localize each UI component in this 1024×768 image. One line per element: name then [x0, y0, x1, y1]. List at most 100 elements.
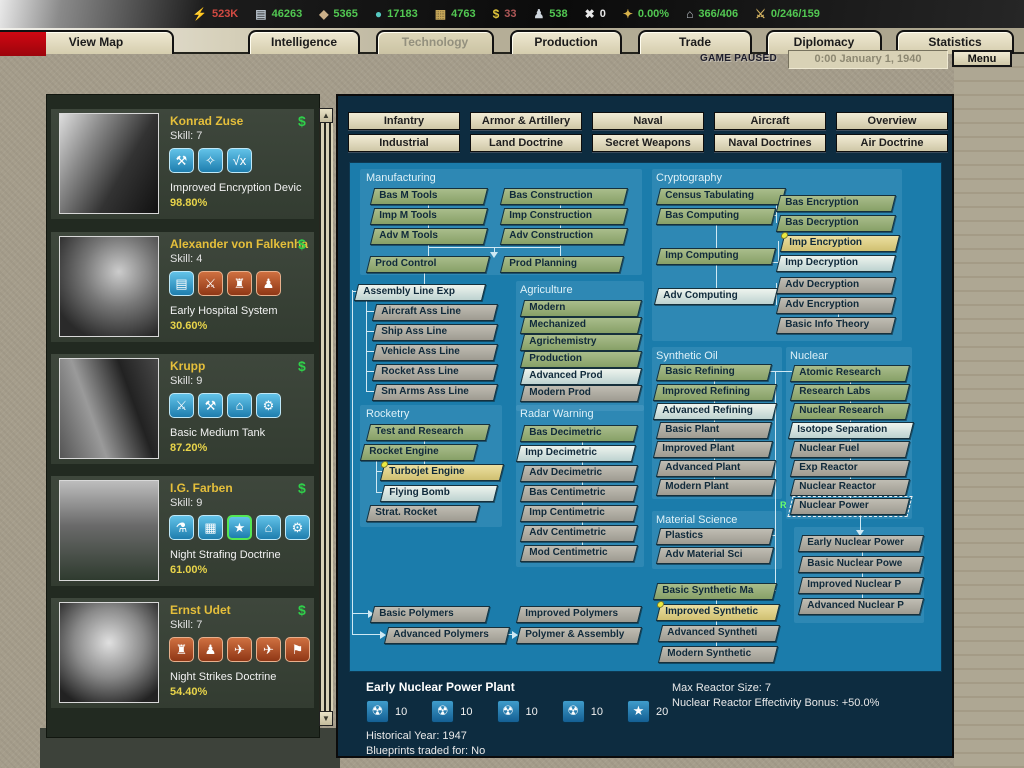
tech-adv-encryption[interactable]: Adv Encryption [776, 297, 896, 314]
tech-bas-construction[interactable]: Bas Construction [500, 188, 628, 205]
tech-adv-construction[interactable]: Adv Construction [500, 228, 628, 245]
tech-exp-reactor[interactable]: Exp Reactor [790, 460, 910, 477]
tech-imp-centimetric[interactable]: Imp Centimetric [520, 505, 638, 522]
tech-nuclear-reactor[interactable]: Nuclear Reactor [790, 479, 910, 496]
tech-improved-plant[interactable]: Improved Plant [653, 441, 773, 458]
scroll-down-button[interactable]: ▼ [319, 711, 333, 726]
tech-advanced-plant[interactable]: Advanced Plant [656, 460, 776, 477]
tech-agri-production[interactable]: Production [520, 351, 642, 368]
tech-tab-aircraft[interactable]: Aircraft [714, 112, 826, 130]
tech-tab-infantry[interactable]: Infantry [348, 112, 460, 130]
tech-adv-centimetric[interactable]: Adv Centimetric [520, 525, 638, 542]
tech-bas-decryption[interactable]: Bas Decryption [776, 215, 896, 232]
tech-agri-mechanized[interactable]: Mechanized [520, 317, 642, 334]
tab-intelligence[interactable]: Intelligence [248, 30, 360, 54]
tech-basic-synthetic-materials[interactable]: Basic Synthetic Ma [653, 583, 777, 600]
tech-polymer-and-assembly[interactable]: Polymer & Assembly [516, 627, 642, 644]
tech-bas-encryption[interactable]: Bas Encryption [776, 195, 896, 212]
tab-production[interactable]: Production [510, 30, 622, 54]
tech-nuclear-research[interactable]: Nuclear Research [790, 403, 910, 420]
tech-census-tabulating[interactable]: Census Tabulating [656, 188, 786, 205]
tech-rocket-ass-line[interactable]: Rocket Ass Line [372, 364, 498, 381]
tech-adv-decryption[interactable]: Adv Decryption [776, 277, 896, 294]
tech-tab-naval[interactable]: Naval [592, 112, 704, 130]
tech-team-card[interactable]: Krupp Skill: 9 $ ⚔ ⚒ ⌂ ⚙ Basic Medium Ta… [51, 354, 314, 464]
tech-advanced-refining[interactable]: Advanced Refining [653, 403, 777, 420]
tech-modern-plant[interactable]: Modern Plant [656, 479, 776, 496]
tech-team-card[interactable]: Alexander von Falkenha Skill: 4 $ ▤ ⚔ ♜ … [51, 232, 314, 342]
tech-tab-secret-weapons[interactable]: Secret Weapons [592, 134, 704, 152]
tech-sm-arms-ass-line[interactable]: Sm Arms Ass Line [372, 384, 498, 401]
tech-imp-computing[interactable]: Imp Computing [656, 248, 776, 265]
tech-imp-encryption[interactable]: Imp Encryption [780, 235, 900, 252]
tech-agri-modern-prod[interactable]: Modern Prod [520, 385, 642, 402]
tech-ship-ass-line[interactable]: Ship Ass Line [372, 324, 498, 341]
tech-atomic-research[interactable]: Atomic Research [790, 365, 910, 382]
tech-nuclear-power[interactable]: Nuclear Power [790, 498, 910, 515]
tech-basic-polymers[interactable]: Basic Polymers [370, 606, 490, 623]
tech-rocket-engine[interactable]: Rocket Engine [360, 444, 478, 461]
tech-research-labs[interactable]: Research Labs [790, 384, 910, 401]
tab-trade[interactable]: Trade [638, 30, 752, 54]
tech-improved-polymers[interactable]: Improved Polymers [516, 606, 642, 623]
tech-bas-m-tools[interactable]: Bas M Tools [370, 188, 488, 205]
tech-bas-computing[interactable]: Bas Computing [656, 208, 776, 225]
tech-test-and-research[interactable]: Test and Research [366, 424, 490, 441]
team-list-scrollbar[interactable]: ▲ ▼ [319, 108, 333, 726]
tech-imp-decryption[interactable]: Imp Decryption [776, 255, 896, 272]
tech-agri-advanced-prod[interactable]: Advanced Prod [520, 368, 642, 385]
tech-team-card[interactable]: Ernst Udet Skill: 7 $ ♜ ♟ ✈ ✈ ⚑ Night St… [51, 598, 314, 708]
tech-mod-centimetric[interactable]: Mod Centimetric [520, 545, 638, 562]
tech-improved-synthetic[interactable]: Improved Synthetic [656, 604, 780, 621]
tech-advanced-synthetic[interactable]: Advanced Syntheti [658, 625, 780, 642]
tech-imp-decimetric[interactable]: Imp Decimetric [516, 445, 636, 462]
tech-tab-overview[interactable]: Overview [836, 112, 948, 130]
tech-label: Modern [523, 301, 639, 314]
tech-vehicle-ass-line[interactable]: Vehicle Ass Line [372, 344, 498, 361]
tech-improved-refining[interactable]: Improved Refining [653, 384, 777, 401]
tech-adv-decimetric[interactable]: Adv Decimetric [520, 465, 638, 482]
tech-adv-computing[interactable]: Adv Computing [654, 288, 778, 305]
tech-adv-material-sci[interactable]: Adv Material Sci [656, 547, 774, 564]
tech-team-card[interactable]: Konrad Zuse Skill: 7 $ ⚒ ✧ √x Improved E… [51, 109, 314, 219]
tech-improved-nuclear-power[interactable]: Improved Nuclear P [798, 577, 924, 594]
tech-turbojet-engine[interactable]: Turbojet Engine [380, 464, 504, 481]
team-name: I.G. Farben [170, 481, 233, 495]
tech-basic-nuclear-power[interactable]: Basic Nuclear Powe [798, 556, 924, 573]
tech-prod-control[interactable]: Prod Control [366, 256, 490, 273]
tech-advanced-nuclear-power[interactable]: Advanced Nuclear P [798, 598, 924, 615]
tech-tab-industrial[interactable]: Industrial [348, 134, 460, 152]
tech-imp-m-tools[interactable]: Imp M Tools [370, 208, 488, 225]
tech-plastics[interactable]: Plastics [656, 528, 774, 545]
team-skill: Skill: 7 [170, 619, 202, 631]
scroll-up-button[interactable]: ▲ [319, 108, 333, 123]
tech-adv-m-tools[interactable]: Adv M Tools [370, 228, 488, 245]
tech-tab-naval-doctrines[interactable]: Naval Doctrines [714, 134, 826, 152]
tech-aircraft-ass-line[interactable]: Aircraft Ass Line [372, 304, 498, 321]
tech-basic-info-theory[interactable]: Basic Info Theory [776, 317, 896, 334]
tech-tab-armor-artillery[interactable]: Armor & Artillery [470, 112, 582, 130]
tech-early-nuclear-power[interactable]: Early Nuclear Power [798, 535, 924, 552]
tech-bas-centimetric[interactable]: Bas Centimetric [520, 485, 638, 502]
tech-agri-modern[interactable]: Modern [520, 300, 642, 317]
tech-nuclear-fuel[interactable]: Nuclear Fuel [790, 441, 910, 458]
selected-tech-title: Early Nuclear Power Plant [366, 680, 515, 694]
research-progress: 98.80% [170, 197, 207, 209]
tech-strat-rocket[interactable]: Strat. Rocket [366, 505, 480, 522]
tech-modern-synthetic[interactable]: Modern Synthetic [658, 646, 778, 663]
tab-technology[interactable]: Technology [376, 30, 494, 54]
tech-assembly-line-exp[interactable]: Assembly Line Exp [354, 284, 486, 301]
tech-agrichemistry[interactable]: Agrichemistry [520, 334, 642, 351]
tech-basic-plant[interactable]: Basic Plant [656, 422, 772, 439]
menu-button[interactable]: Menu [952, 50, 1012, 67]
tech-tab-air-doctrine[interactable]: Air Doctrine [836, 134, 948, 152]
tech-bas-decimetric[interactable]: Bas Decimetric [520, 425, 638, 442]
tech-tab-land-doctrine[interactable]: Land Doctrine [470, 134, 582, 152]
tech-isotope-separation[interactable]: Isotope Separation [788, 422, 914, 439]
tech-prod-planning[interactable]: Prod Planning [500, 256, 624, 273]
tech-basic-refining[interactable]: Basic Refining [656, 364, 772, 381]
tech-team-card[interactable]: I.G. Farben Skill: 9 $ ⚗ ▦ ★ ⌂ ⚙ Night S… [51, 476, 314, 586]
tech-flying-bomb[interactable]: Flying Bomb [380, 485, 498, 502]
tech-advanced-polymers[interactable]: Advanced Polymers [384, 627, 510, 644]
tech-imp-construction[interactable]: Imp Construction [500, 208, 628, 225]
